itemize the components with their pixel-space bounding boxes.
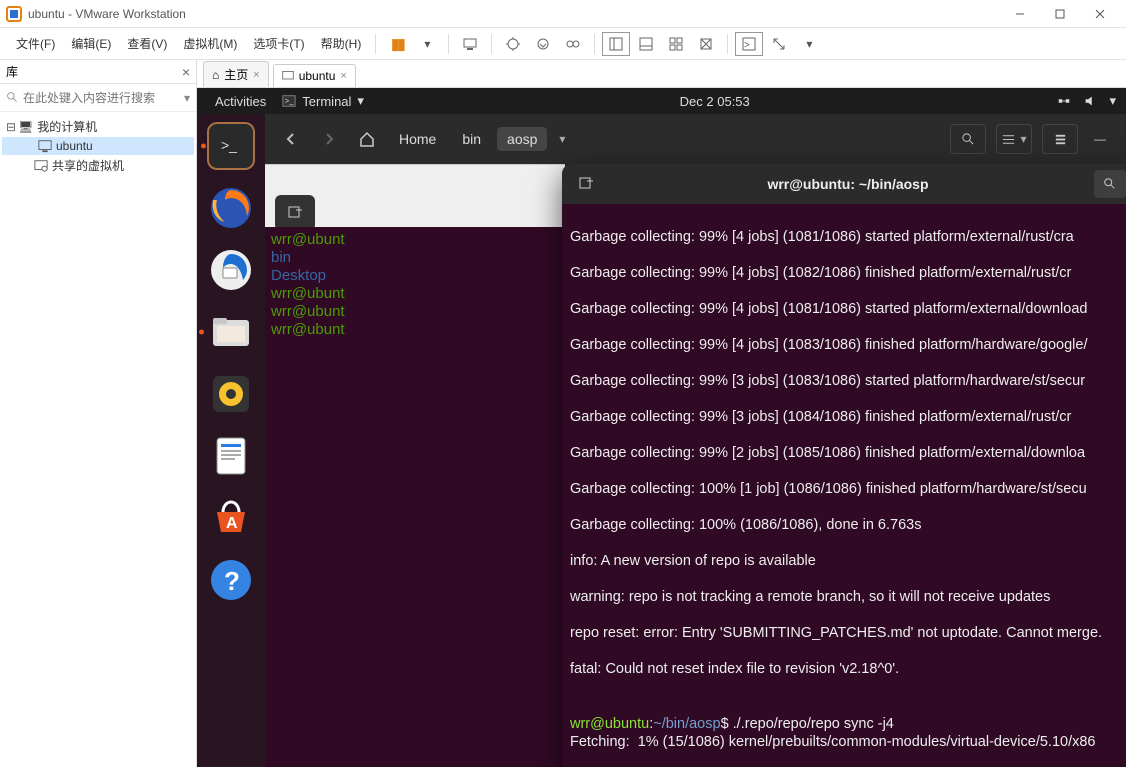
svg-text:>_: >_ xyxy=(744,40,756,51)
minimize-button[interactable] xyxy=(1000,1,1040,27)
files-view-button[interactable]: ▾ xyxy=(996,124,1032,154)
vmware-logo-icon xyxy=(6,6,22,22)
pause-vm-button[interactable]: ▮▮ xyxy=(383,32,411,56)
sound-icon[interactable] xyxy=(1083,94,1097,108)
vm-icon xyxy=(38,139,52,153)
search-icon xyxy=(6,91,19,104)
dock-rhythmbox[interactable] xyxy=(207,370,255,418)
dock-thunderbird[interactable] xyxy=(207,246,255,294)
activities-button[interactable]: Activities xyxy=(207,94,274,109)
view-single-icon[interactable] xyxy=(602,32,630,56)
send-cad-icon[interactable] xyxy=(456,32,484,56)
tab-ubuntu[interactable]: ubuntu × xyxy=(273,64,356,87)
nav-back-button[interactable] xyxy=(275,123,307,155)
tree-root[interactable]: ⊟ 🖥 我的计算机 xyxy=(2,116,194,137)
gnome-topbar: Activities >_ Terminal ▾ Dec 2 05:53 ▾ xyxy=(197,88,1126,114)
files-search-button[interactable] xyxy=(950,124,986,154)
dock-writer[interactable] xyxy=(207,432,255,480)
dock-software[interactable]: A xyxy=(207,494,255,542)
snapshot-revert-icon[interactable] xyxy=(529,32,557,56)
close-button[interactable] xyxy=(1080,1,1120,27)
computer-icon: 🖥 xyxy=(18,120,33,134)
expand-icon[interactable]: ⊟ xyxy=(6,120,16,134)
dock-firefox[interactable] xyxy=(207,184,255,232)
snapshot-manage-icon[interactable] xyxy=(559,32,587,56)
terminal-header: wrr@ubuntu: ~/bin/aosp — xyxy=(562,164,1126,204)
crumb-home[interactable]: Home xyxy=(389,127,446,151)
crumb-dropdown-icon[interactable]: ▾ xyxy=(553,132,571,146)
ubuntu-dock: >_ A xyxy=(197,114,265,767)
window-title: ubuntu - VMware Workstation xyxy=(28,7,186,21)
vmware-titlebar: ubuntu - VMware Workstation xyxy=(0,0,1126,28)
view-console-icon[interactable] xyxy=(632,32,660,56)
crumb-bin[interactable]: bin xyxy=(452,127,491,151)
nav-forward-button[interactable] xyxy=(313,123,345,155)
files-menu-button[interactable] xyxy=(1042,124,1078,154)
home-icon[interactable] xyxy=(351,123,383,155)
sidebar-title: 库 xyxy=(6,63,18,80)
tree-vm-ubuntu[interactable]: ubuntu xyxy=(2,137,194,155)
stretch-icon[interactable] xyxy=(765,32,793,56)
files-toolbar: Home bin aosp ▾ ▾ — xyxy=(265,114,1126,164)
search-input[interactable] xyxy=(23,91,184,105)
terminal-search-button[interactable] xyxy=(1094,170,1126,198)
dock-help[interactable]: ? xyxy=(207,556,255,604)
view-unity-icon[interactable] xyxy=(692,32,720,56)
sidebar-close-icon[interactable]: × xyxy=(182,64,190,80)
crumb-aosp[interactable]: aosp xyxy=(497,127,547,151)
menu-view[interactable]: 查看(V) xyxy=(119,31,175,56)
terminal-icon: >_ xyxy=(282,94,296,108)
terminal-title: wrr@ubuntu: ~/bin/aosp xyxy=(610,176,1086,192)
snapshot-take-icon[interactable] xyxy=(499,32,527,56)
svg-text:A: A xyxy=(226,515,238,532)
new-tab-button-bg[interactable] xyxy=(275,195,315,231)
terminal-body[interactable]: Garbage collecting: 99% [4 jobs] (1081/1… xyxy=(562,204,1126,767)
app-menu[interactable]: >_ Terminal ▾ xyxy=(274,93,372,109)
stretch-dropdown-icon[interactable]: ▾ xyxy=(795,32,823,56)
svg-text:>_: >_ xyxy=(221,137,237,153)
view-thumbnail-icon[interactable] xyxy=(662,32,690,56)
chevron-down-icon: ▾ xyxy=(357,93,364,109)
search-dropdown-icon[interactable]: ▾ xyxy=(184,91,190,105)
new-tab-button[interactable] xyxy=(570,170,602,198)
maximize-button[interactable] xyxy=(1040,1,1080,27)
svg-text:>_: >_ xyxy=(285,97,295,106)
background-terminal: wrr@ubunt bin Desktop wrr@ubunt wrr@ubun… xyxy=(265,227,565,767)
fullscreen-icon[interactable]: >_ xyxy=(735,32,763,56)
ubuntu-desktop[interactable]: Activities >_ Terminal ▾ Dec 2 05:53 ▾ >… xyxy=(197,88,1126,767)
pause-dropdown-icon[interactable]: ▾ xyxy=(413,32,441,56)
home-icon: ⌂ xyxy=(212,68,219,82)
sidebar-search[interactable]: ▾ xyxy=(0,84,196,112)
terminal-window: wrr@ubuntu: ~/bin/aosp — Garbage collect… xyxy=(562,164,1126,767)
menu-edit[interactable]: 编辑(E) xyxy=(63,31,119,56)
clock[interactable]: Dec 2 05:53 xyxy=(372,94,1058,109)
tab-close-icon[interactable]: × xyxy=(340,70,346,82)
vmware-menubar: 文件(F) 编辑(E) 查看(V) 虚拟机(M) 选项卡(T) 帮助(H) ▮▮… xyxy=(0,28,1126,60)
vm-tabs: ⌂ 主页 × ubuntu × xyxy=(197,60,1126,88)
vm-icon xyxy=(282,70,294,82)
network-icon[interactable] xyxy=(1057,94,1071,108)
library-sidebar: 库 × ▾ ⊟ 🖥 我的计算机 ubuntu xyxy=(0,60,197,767)
dock-terminal[interactable]: >_ xyxy=(207,122,255,170)
menu-tabs[interactable]: 选项卡(T) xyxy=(245,31,312,56)
menu-help[interactable]: 帮助(H) xyxy=(313,31,370,56)
system-menu-icon[interactable]: ▾ xyxy=(1109,93,1116,109)
tab-close-icon[interactable]: × xyxy=(253,69,259,81)
svg-text:?: ? xyxy=(224,566,240,596)
background-pane: wrr@ubunt bin Desktop wrr@ubunt wrr@ubun… xyxy=(265,164,565,764)
menu-file[interactable]: 文件(F) xyxy=(8,31,63,56)
files-min-button[interactable]: — xyxy=(1084,123,1116,155)
tree-shared[interactable]: 共享的虚拟机 xyxy=(2,155,194,176)
menu-vm[interactable]: 虚拟机(M) xyxy=(175,31,245,56)
tab-home[interactable]: ⌂ 主页 × xyxy=(203,61,269,87)
shared-icon xyxy=(34,159,48,173)
dock-files[interactable] xyxy=(207,308,255,356)
